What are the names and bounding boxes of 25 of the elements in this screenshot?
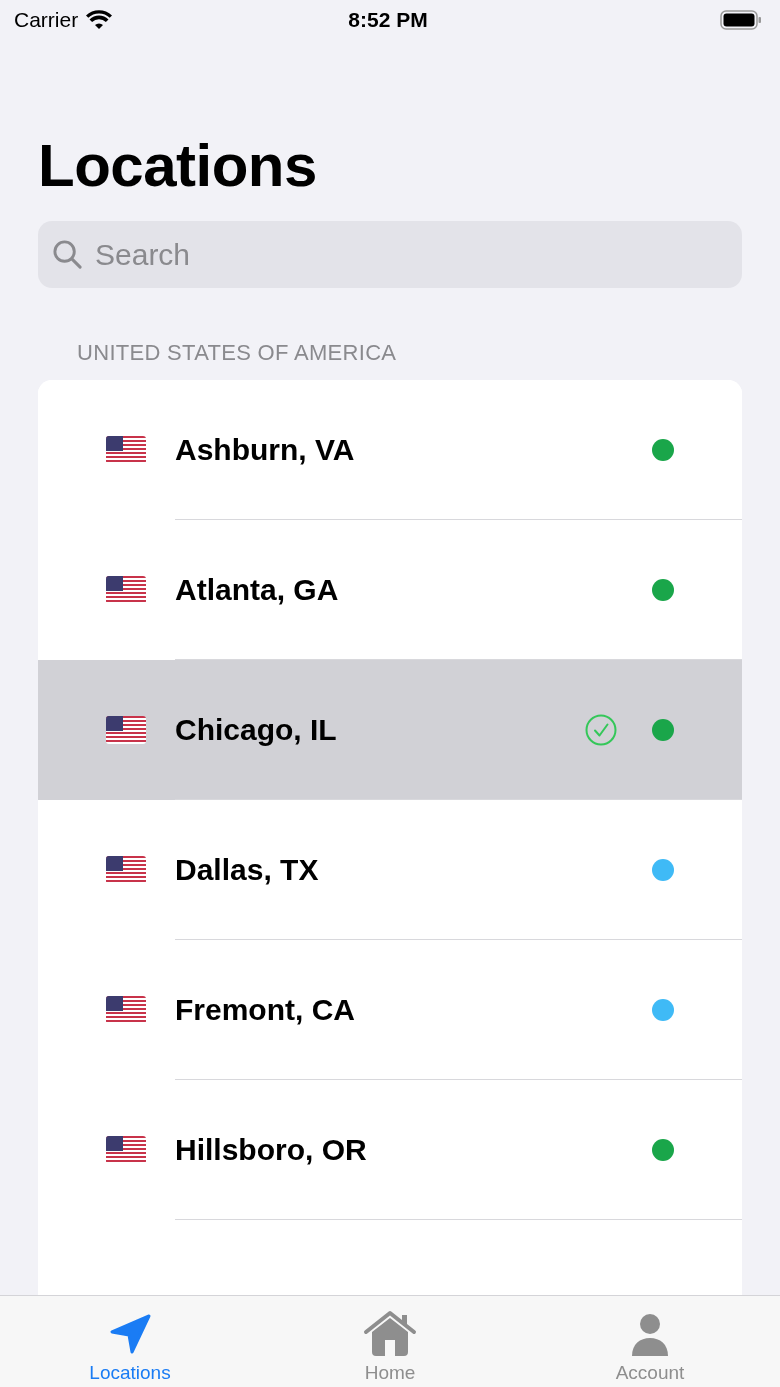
wifi-icon — [86, 10, 113, 30]
city-name: Fremont, CA — [175, 993, 356, 1027]
person-icon — [630, 1314, 670, 1356]
flag-icon — [106, 576, 146, 604]
location-arrow-icon — [108, 1312, 152, 1356]
tab[interactable]: Locations — [0, 1296, 260, 1387]
flag-icon — [106, 1136, 146, 1164]
city-name: Hillsboro, OR — [175, 1133, 368, 1167]
city-name: Dallas, TX — [175, 853, 320, 887]
flag-icon — [106, 716, 146, 744]
section-header: UNITED STATES OF AMERICA — [77, 340, 397, 366]
city-name: Chicago, IL — [175, 713, 338, 747]
house-icon — [363, 1310, 417, 1356]
battery-icon — [720, 10, 762, 30]
city-name: Atlanta, GA — [175, 573, 340, 607]
carrier-name: Carrier — [14, 8, 79, 32]
clock-time: 8:52 PM — [348, 8, 428, 32]
search-field[interactable]: Search — [38, 221, 742, 288]
flag-icon — [106, 996, 146, 1024]
city-name: Ashburn, VA — [175, 433, 356, 467]
page-title: Locations — [38, 131, 318, 201]
location-row[interactable]: Chicago, IL — [38, 660, 742, 800]
flag-icon — [106, 436, 146, 464]
checkmark-icon — [585, 714, 617, 746]
flag-icon — [106, 856, 146, 884]
